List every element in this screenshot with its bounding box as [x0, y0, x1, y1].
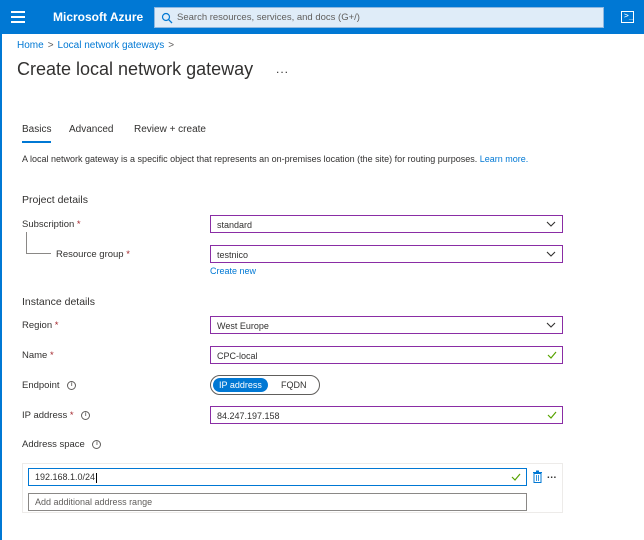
- endpoint-option-ip-address[interactable]: IP address: [213, 378, 268, 392]
- name-label-text: Name: [22, 350, 48, 361]
- subscription-dropdown[interactable]: standard: [210, 215, 563, 233]
- endpoint-toggle: IP address FQDN: [210, 375, 320, 395]
- info-icon[interactable]: i: [81, 410, 91, 420]
- region-value: West Europe: [217, 321, 269, 331]
- region-label-text: Region: [22, 320, 53, 331]
- subscription-label: Subscription *: [22, 219, 81, 230]
- tab-review-create[interactable]: Review + create: [134, 124, 206, 135]
- delete-icon[interactable]: [532, 470, 543, 483]
- project-details-heading: Project details: [22, 194, 88, 206]
- checkmark-icon: [547, 351, 557, 359]
- breadcrumb-home[interactable]: Home: [17, 40, 44, 51]
- search-placeholder: Search resources, services, and docs (G+…: [177, 12, 360, 23]
- endpoint-label-text: Endpoint: [22, 380, 60, 391]
- row-more-icon[interactable]: ...: [547, 470, 557, 481]
- endpoint-label: Endpoint i: [22, 380, 77, 391]
- add-address-range-placeholder: Add additional address range: [35, 497, 153, 507]
- chevron-down-icon: [546, 322, 556, 328]
- region-dropdown[interactable]: West Europe: [210, 316, 563, 334]
- required-marker: *: [49, 350, 54, 361]
- address-space-label: Address space i: [22, 439, 102, 450]
- name-value: CPC-local: [217, 351, 258, 361]
- tree-connector: [26, 253, 51, 254]
- required-marker: *: [54, 320, 59, 331]
- resource-group-dropdown[interactable]: testnico: [210, 245, 563, 263]
- global-search-input[interactable]: Search resources, services, and docs (G+…: [154, 7, 604, 28]
- name-label: Name *: [22, 350, 54, 361]
- page-title: Create local network gateway: [17, 59, 254, 79]
- learn-more-link[interactable]: Learn more.: [480, 154, 529, 164]
- subscription-label-text: Subscription: [22, 219, 75, 230]
- breadcrumb: Home > Local network gateways >: [17, 40, 178, 51]
- tab-basics[interactable]: Basics: [22, 124, 52, 143]
- description-text: A local network gateway is a specific ob…: [22, 154, 478, 164]
- checkmark-icon: [511, 473, 521, 481]
- ip-address-label-text: IP address: [22, 410, 68, 421]
- page-description: A local network gateway is a specific ob…: [22, 153, 562, 166]
- cloud-shell-glyph: >_: [624, 11, 634, 20]
- required-marker: *: [126, 249, 130, 260]
- address-space-label-text: Address space: [22, 439, 85, 450]
- top-bar: Microsoft Azure Search resources, servic…: [0, 0, 644, 34]
- text-cursor: [96, 472, 98, 483]
- resource-group-label: Resource group *: [56, 249, 130, 260]
- instance-details-heading: Instance details: [22, 296, 95, 308]
- info-icon[interactable]: i: [92, 439, 102, 449]
- breadcrumb-separator: >: [47, 40, 54, 51]
- ip-address-label: IP address * i: [22, 410, 91, 421]
- hamburger-icon[interactable]: [11, 11, 25, 23]
- region-label: Region *: [22, 320, 58, 331]
- cloud-shell-icon[interactable]: >_: [621, 11, 634, 23]
- chevron-down-icon: [546, 251, 556, 257]
- tab-advanced[interactable]: Advanced: [69, 124, 113, 135]
- checkmark-icon: [547, 411, 557, 419]
- ip-address-input[interactable]: 84.247.197.158: [210, 406, 563, 424]
- address-range-value: 192.168.1.0/24: [35, 472, 96, 482]
- required-marker: *: [76, 219, 81, 230]
- tree-connector: [26, 232, 27, 253]
- address-range-input[interactable]: 192.168.1.0/24: [28, 468, 527, 486]
- search-icon: [161, 12, 173, 24]
- resource-group-value: testnico: [217, 250, 249, 260]
- brand-title[interactable]: Microsoft Azure: [53, 10, 143, 24]
- endpoint-option-fqdn[interactable]: FQDN: [275, 378, 313, 392]
- create-new-link[interactable]: Create new: [210, 266, 256, 276]
- left-border: [0, 34, 2, 540]
- add-address-range-input[interactable]: Add additional address range: [28, 493, 527, 511]
- breadcrumb-local-network-gateways[interactable]: Local network gateways: [58, 40, 165, 51]
- ip-address-value: 84.247.197.158: [217, 411, 280, 421]
- more-options-icon[interactable]: ...: [276, 62, 289, 76]
- name-input[interactable]: CPC-local: [210, 346, 563, 364]
- resource-group-label-text: Resource group: [56, 249, 124, 260]
- subscription-value: standard: [217, 220, 253, 230]
- chevron-down-icon: [546, 221, 556, 227]
- breadcrumb-separator: >: [168, 40, 175, 51]
- info-icon[interactable]: i: [67, 380, 77, 390]
- required-marker: *: [69, 410, 74, 421]
